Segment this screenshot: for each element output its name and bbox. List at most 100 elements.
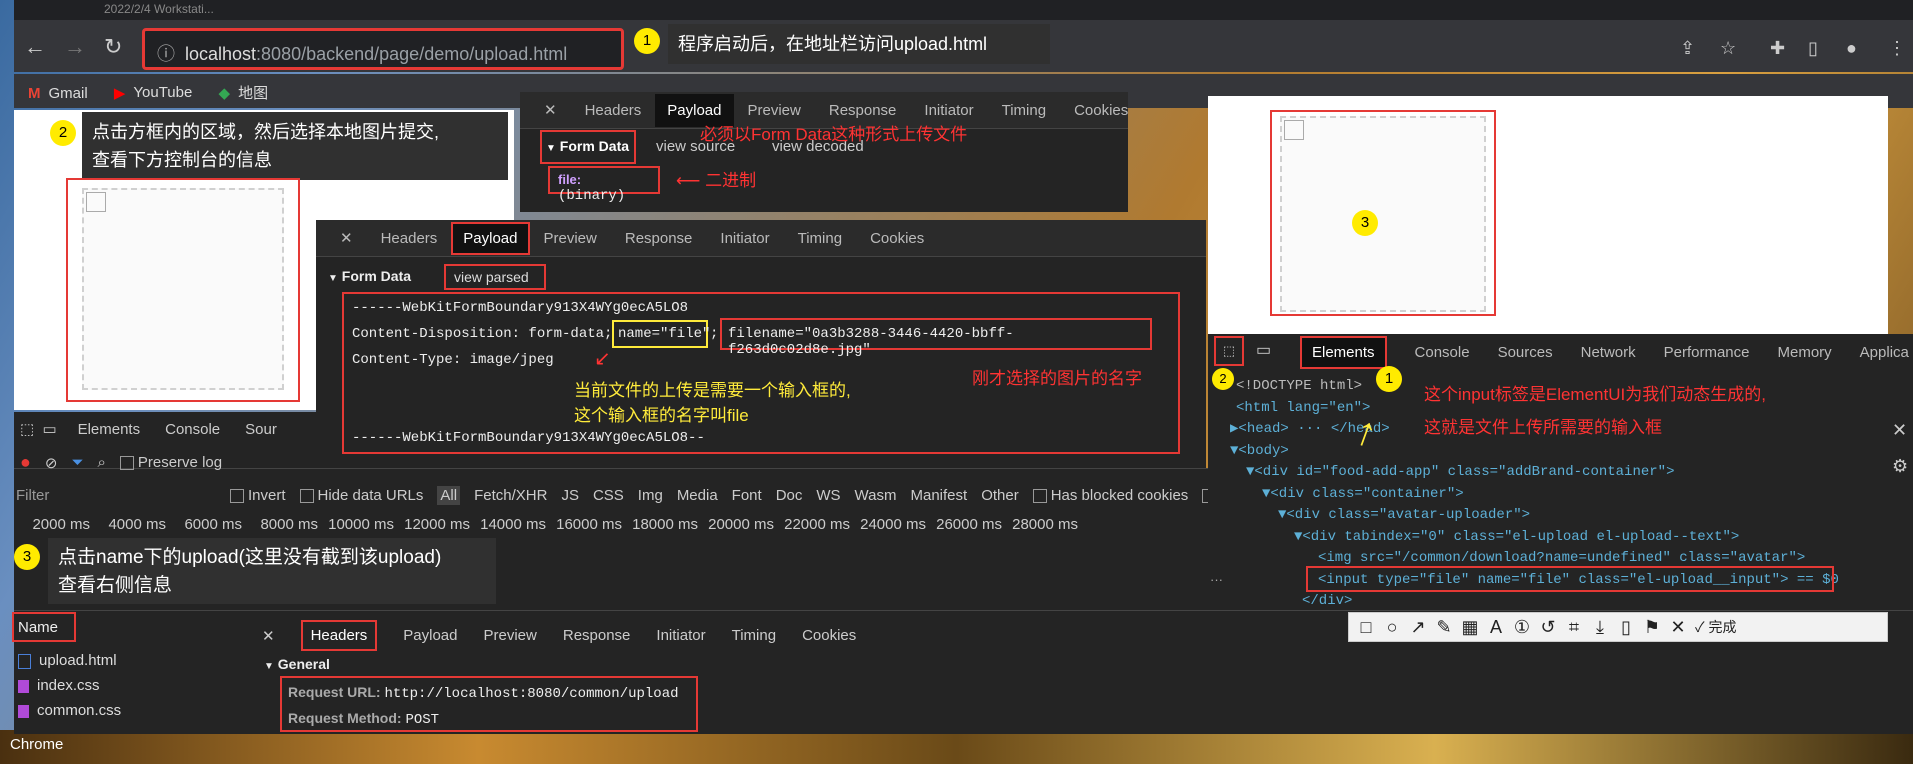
- address-bar[interactable]: ⓘ localhost:8080/backend/page/demo/upload…: [142, 28, 624, 70]
- type-other[interactable]: Other: [981, 487, 1019, 504]
- tab-payload[interactable]: Payload: [403, 627, 457, 644]
- done-button[interactable]: ✓ 完成: [1695, 617, 1736, 637]
- bookmark-icon[interactable]: ⚑: [1639, 617, 1665, 638]
- forward-icon[interactable]: →: [64, 34, 86, 60]
- clear-icon[interactable]: ⊘: [45, 454, 58, 472]
- ellipse-tool-icon[interactable]: ○: [1379, 617, 1405, 638]
- hide-data-urls-checkbox[interactable]: Hide data URLs: [299, 487, 423, 504]
- tab-timing[interactable]: Timing: [784, 230, 856, 247]
- tab-response[interactable]: Response: [815, 102, 911, 119]
- tab-headers[interactable]: Headers: [367, 230, 452, 247]
- view-parsed-link[interactable]: view parsed: [444, 264, 546, 290]
- type-all[interactable]: All: [437, 486, 461, 505]
- filter-input[interactable]: Filter: [16, 487, 216, 504]
- bookmark-youtube[interactable]: ▶ YouTube: [114, 84, 193, 102]
- request-row[interactable]: upload.html: [0, 648, 230, 673]
- type-font[interactable]: Font: [732, 487, 762, 504]
- has-blocked-cookies-checkbox[interactable]: Has blocked cookies: [1032, 487, 1188, 504]
- preserve-log-checkbox[interactable]: Preserve log: [119, 454, 222, 471]
- close-icon[interactable]: ✕: [530, 101, 571, 119]
- request-row[interactable]: common.css: [0, 698, 230, 723]
- filter-icon[interactable]: ⏷: [71, 454, 83, 471]
- type-ws[interactable]: WS: [816, 487, 840, 504]
- tab-console[interactable]: Console: [165, 421, 220, 438]
- request-row[interactable]: index.css: [0, 673, 230, 698]
- type-media[interactable]: Media: [677, 487, 718, 504]
- tab-cookies[interactable]: Cookies: [1060, 102, 1142, 119]
- settings-icon[interactable]: ⚙: [1892, 456, 1908, 477]
- tab-elements[interactable]: Elements: [1300, 336, 1387, 369]
- bookmark-gmail[interactable]: M Gmail: [28, 85, 88, 102]
- name-column-header[interactable]: Name: [12, 612, 76, 642]
- tab-sources[interactable]: Sour: [245, 421, 277, 438]
- cancel-icon[interactable]: ✕: [1665, 617, 1691, 638]
- dom-line[interactable]: ▼<body>: [1230, 441, 1839, 463]
- type-wasm[interactable]: Wasm: [855, 487, 897, 504]
- type-js[interactable]: JS: [561, 487, 579, 504]
- sidepanel-icon[interactable]: ▯: [1808, 38, 1818, 59]
- close-icon[interactable]: ✕: [326, 229, 367, 247]
- tab-cookies[interactable]: Cookies: [802, 627, 856, 644]
- device-icon[interactable]: ▭: [43, 421, 57, 438]
- text-tool-icon[interactable]: A: [1483, 617, 1509, 638]
- pen-tool-icon[interactable]: ✎: [1431, 617, 1457, 638]
- record-icon[interactable]: ●: [20, 452, 31, 473]
- dom-line[interactable]: ▼<div id="food-add-app" class="addBrand-…: [1246, 462, 1839, 484]
- tab-payload[interactable]: Payload: [451, 221, 530, 255]
- tab-initiator[interactable]: Initiator: [706, 230, 783, 247]
- avatar-uploader-right[interactable]: [1280, 116, 1486, 312]
- type-css[interactable]: CSS: [593, 487, 624, 504]
- type-manifest[interactable]: Manifest: [911, 487, 968, 504]
- tab-initiator[interactable]: Initiator: [910, 102, 987, 119]
- tab-elements[interactable]: Elements: [78, 421, 141, 438]
- tab-network[interactable]: Network: [1581, 344, 1636, 361]
- tab-timing[interactable]: Timing: [732, 627, 776, 644]
- type-doc[interactable]: Doc: [776, 487, 803, 504]
- type-fetch-xhr[interactable]: Fetch/XHR: [474, 487, 547, 504]
- dom-line[interactable]: </div>: [1302, 591, 1839, 613]
- dom-line[interactable]: ▼<div class="avatar-uploader">: [1278, 505, 1839, 527]
- arrow-tool-icon[interactable]: ↗: [1405, 617, 1431, 638]
- close-icon[interactable]: ✕: [1892, 420, 1907, 441]
- tab-cookies[interactable]: Cookies: [856, 230, 938, 247]
- ocr-icon[interactable]: ⌗: [1561, 617, 1587, 638]
- tab-response[interactable]: Response: [563, 627, 631, 644]
- back-icon[interactable]: ←: [24, 34, 46, 60]
- reload-icon[interactable]: ↻: [104, 34, 122, 60]
- tab-timing[interactable]: Timing: [988, 102, 1060, 119]
- tab-sources[interactable]: Sources: [1498, 344, 1553, 361]
- extensions-icon[interactable]: ✚: [1770, 38, 1785, 59]
- tab-memory[interactable]: Memory: [1778, 344, 1832, 361]
- search-icon[interactable]: ⌕: [97, 454, 105, 471]
- type-img[interactable]: Img: [638, 487, 663, 504]
- tab-response[interactable]: Response: [611, 230, 707, 247]
- undo-icon[interactable]: ↺: [1535, 617, 1561, 638]
- form-data-header[interactable]: ▼ Form Data: [540, 130, 636, 164]
- tab-preview[interactable]: Preview: [530, 230, 611, 247]
- close-icon[interactable]: ✕: [262, 627, 275, 645]
- inspect-icon[interactable]: ⬚: [20, 421, 34, 438]
- pin-icon[interactable]: ▯: [1613, 617, 1639, 638]
- tab-preview[interactable]: Preview: [484, 627, 537, 644]
- form-data-header-big[interactable]: ▼ Form Data: [328, 268, 411, 284]
- menu-icon[interactable]: ⋮: [1888, 38, 1906, 59]
- rect-tool-icon[interactable]: □: [1353, 617, 1379, 638]
- avatar-uploader[interactable]: [82, 188, 284, 390]
- more-icon[interactable]: ···: [1210, 572, 1223, 587]
- tab-headers[interactable]: Headers: [571, 102, 656, 119]
- bookmark-maps[interactable]: ◆ 地图: [219, 82, 269, 103]
- tab-application[interactable]: Applica: [1860, 344, 1909, 361]
- tab-console[interactable]: Console: [1415, 344, 1470, 361]
- device-icon[interactable]: ▭: [1256, 340, 1271, 360]
- tab-headers[interactable]: Headers: [300, 620, 378, 651]
- tab-initiator[interactable]: Initiator: [656, 627, 705, 644]
- tab-performance[interactable]: Performance: [1664, 344, 1750, 361]
- tab-preview[interactable]: Preview: [734, 102, 815, 119]
- profile-icon[interactable]: ●: [1846, 38, 1857, 59]
- invert-checkbox[interactable]: Invert: [230, 487, 286, 504]
- mosaic-tool-icon[interactable]: ▦: [1457, 617, 1483, 638]
- general-section[interactable]: ▼ General: [264, 656, 330, 672]
- share-icon[interactable]: ⇪: [1680, 38, 1695, 59]
- download-icon[interactable]: ⤓: [1587, 617, 1613, 638]
- dom-line[interactable]: ▼<div tabindex="0" class="el-upload el-u…: [1294, 527, 1839, 549]
